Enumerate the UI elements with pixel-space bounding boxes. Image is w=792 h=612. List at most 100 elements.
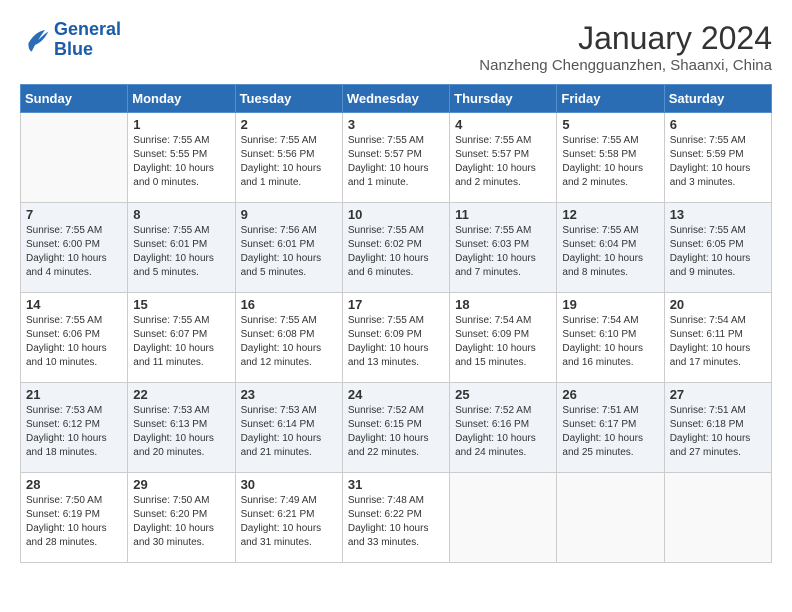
day-number: 8 (133, 207, 229, 222)
day-number: 27 (670, 387, 766, 402)
calendar-week-row: 14 Sunrise: 7:55 AM Sunset: 6:06 PM Dayli… (21, 293, 772, 383)
day-info: Sunrise: 7:55 AM Sunset: 6:07 PM Dayligh… (133, 314, 229, 370)
day-number: 2 (241, 117, 337, 132)
day-number: 4 (455, 117, 551, 132)
calendar-cell (664, 473, 771, 563)
day-info: Sunrise: 7:54 AM Sunset: 6:09 PM Dayligh… (455, 314, 551, 370)
calendar-cell: 25 Sunrise: 7:52 AM Sunset: 6:16 PM Dayli… (450, 383, 557, 473)
day-number: 7 (26, 207, 122, 222)
day-info: Sunrise: 7:53 AM Sunset: 6:12 PM Dayligh… (26, 404, 122, 460)
calendar-subtitle: Nanzheng Chengguanzhen, Shaanxi, China (479, 57, 772, 74)
day-info: Sunrise: 7:55 AM Sunset: 6:01 PM Dayligh… (133, 224, 229, 280)
day-number: 28 (26, 477, 122, 492)
day-info: Sunrise: 7:55 AM Sunset: 5:59 PM Dayligh… (670, 134, 766, 190)
day-number: 21 (26, 387, 122, 402)
day-info: Sunrise: 7:55 AM Sunset: 6:00 PM Dayligh… (26, 224, 122, 280)
day-number: 30 (241, 477, 337, 492)
calendar-week-row: 28Sunrise: 7:50 AM Sunset: 6:19 PM Dayli… (21, 473, 772, 563)
logo-text: GeneralBlue (54, 20, 121, 60)
calendar-cell: 22 Sunrise: 7:53 AM Sunset: 6:13 PM Dayli… (128, 383, 235, 473)
day-info: Sunrise: 7:54 AM Sunset: 6:10 PM Dayligh… (562, 314, 658, 370)
weekday-header-saturday: Saturday (664, 85, 771, 113)
day-info: Sunrise: 7:50 AM Sunset: 6:20 PM Dayligh… (133, 494, 229, 550)
day-number: 17 (348, 297, 444, 312)
day-number: 14 (26, 297, 122, 312)
calendar-cell: 17Sunrise: 7:55 AM Sunset: 6:09 PM Dayli… (342, 293, 449, 383)
day-info: Sunrise: 7:55 AM Sunset: 5:58 PM Dayligh… (562, 134, 658, 190)
day-info: Sunrise: 7:52 AM Sunset: 6:16 PM Dayligh… (455, 404, 551, 460)
calendar-cell: 20Sunrise: 7:54 AM Sunset: 6:11 PM Dayli… (664, 293, 771, 383)
calendar-cell: 15 Sunrise: 7:55 AM Sunset: 6:07 PM Dayli… (128, 293, 235, 383)
calendar-week-row: 7 Sunrise: 7:55 AM Sunset: 6:00 PM Daylig… (21, 203, 772, 293)
day-number: 23 (241, 387, 337, 402)
day-number: 31 (348, 477, 444, 492)
calendar-cell: 2 Sunrise: 7:55 AM Sunset: 5:56 PM Daylig… (235, 113, 342, 203)
calendar-cell: 31Sunrise: 7:48 AM Sunset: 6:22 PM Dayli… (342, 473, 449, 563)
calendar-week-row: 1 Sunrise: 7:55 AM Sunset: 5:55 PM Daylig… (21, 113, 772, 203)
calendar-cell: 21 Sunrise: 7:53 AM Sunset: 6:12 PM Dayli… (21, 383, 128, 473)
day-info: Sunrise: 7:55 AM Sunset: 6:08 PM Dayligh… (241, 314, 337, 370)
day-info: Sunrise: 7:54 AM Sunset: 6:11 PM Dayligh… (670, 314, 766, 370)
day-number: 10 (348, 207, 444, 222)
calendar-cell: 3 Sunrise: 7:55 AM Sunset: 5:57 PM Daylig… (342, 113, 449, 203)
day-number: 1 (133, 117, 229, 132)
calendar-cell: 14 Sunrise: 7:55 AM Sunset: 6:06 PM Dayli… (21, 293, 128, 383)
calendar-cell: 9Sunrise: 7:56 AM Sunset: 6:01 PM Daylig… (235, 203, 342, 293)
day-info: Sunrise: 7:55 AM Sunset: 6:05 PM Dayligh… (670, 224, 766, 280)
calendar-cell: 23 Sunrise: 7:53 AM Sunset: 6:14 PM Dayli… (235, 383, 342, 473)
calendar-title: January 2024 (479, 20, 772, 57)
calendar-cell: 26Sunrise: 7:51 AM Sunset: 6:17 PM Dayli… (557, 383, 664, 473)
calendar-cell: 4Sunrise: 7:55 AM Sunset: 5:57 PM Daylig… (450, 113, 557, 203)
weekday-header-wednesday: Wednesday (342, 85, 449, 113)
day-number: 19 (562, 297, 658, 312)
calendar-cell: 29 Sunrise: 7:50 AM Sunset: 6:20 PM Dayli… (128, 473, 235, 563)
day-info: Sunrise: 7:56 AM Sunset: 6:01 PM Dayligh… (241, 224, 337, 280)
calendar-cell: 13 Sunrise: 7:55 AM Sunset: 6:05 PM Dayli… (664, 203, 771, 293)
calendar-cell: 10Sunrise: 7:55 AM Sunset: 6:02 PM Dayli… (342, 203, 449, 293)
day-number: 6 (670, 117, 766, 132)
calendar-cell: 5 Sunrise: 7:55 AM Sunset: 5:58 PM Daylig… (557, 113, 664, 203)
calendar-cell: 1 Sunrise: 7:55 AM Sunset: 5:55 PM Daylig… (128, 113, 235, 203)
calendar-cell (557, 473, 664, 563)
day-info: Sunrise: 7:55 AM Sunset: 5:57 PM Dayligh… (348, 134, 444, 190)
weekday-header-row: SundayMondayTuesdayWednesdayThursdayFrid… (21, 85, 772, 113)
calendar-cell: 27Sunrise: 7:51 AM Sunset: 6:18 PM Dayli… (664, 383, 771, 473)
day-number: 12 (562, 207, 658, 222)
day-number: 5 (562, 117, 658, 132)
calendar-cell: 6 Sunrise: 7:55 AM Sunset: 5:59 PM Daylig… (664, 113, 771, 203)
day-info: Sunrise: 7:55 AM Sunset: 6:06 PM Dayligh… (26, 314, 122, 370)
day-info: Sunrise: 7:52 AM Sunset: 6:15 PM Dayligh… (348, 404, 444, 460)
day-number: 15 (133, 297, 229, 312)
day-number: 18 (455, 297, 551, 312)
day-number: 22 (133, 387, 229, 402)
day-number: 24 (348, 387, 444, 402)
calendar-cell: 16 Sunrise: 7:55 AM Sunset: 6:08 PM Dayli… (235, 293, 342, 383)
day-number: 25 (455, 387, 551, 402)
calendar-cell (450, 473, 557, 563)
calendar-cell: 24 Sunrise: 7:52 AM Sunset: 6:15 PM Dayli… (342, 383, 449, 473)
day-info: Sunrise: 7:55 AM Sunset: 5:55 PM Dayligh… (133, 134, 229, 190)
title-block: January 2024 Nanzheng Chengguanzhen, Sha… (479, 20, 772, 74)
calendar-cell: 28Sunrise: 7:50 AM Sunset: 6:19 PM Dayli… (21, 473, 128, 563)
calendar-week-row: 21 Sunrise: 7:53 AM Sunset: 6:12 PM Dayli… (21, 383, 772, 473)
day-number: 11 (455, 207, 551, 222)
calendar-cell: 12 Sunrise: 7:55 AM Sunset: 6:04 PM Dayli… (557, 203, 664, 293)
day-number: 16 (241, 297, 337, 312)
day-info: Sunrise: 7:55 AM Sunset: 6:04 PM Dayligh… (562, 224, 658, 280)
weekday-header-tuesday: Tuesday (235, 85, 342, 113)
day-info: Sunrise: 7:55 AM Sunset: 5:56 PM Dayligh… (241, 134, 337, 190)
calendar-cell (21, 113, 128, 203)
day-number: 3 (348, 117, 444, 132)
weekday-header-sunday: Sunday (21, 85, 128, 113)
day-info: Sunrise: 7:49 AM Sunset: 6:21 PM Dayligh… (241, 494, 337, 550)
calendar-cell: 8 Sunrise: 7:55 AM Sunset: 6:01 PM Daylig… (128, 203, 235, 293)
day-info: Sunrise: 7:53 AM Sunset: 6:14 PM Dayligh… (241, 404, 337, 460)
day-info: Sunrise: 7:51 AM Sunset: 6:17 PM Dayligh… (562, 404, 658, 460)
weekday-header-thursday: Thursday (450, 85, 557, 113)
page-header: GeneralBlue January 2024 Nanzheng Chengg… (20, 20, 772, 74)
day-info: Sunrise: 7:55 AM Sunset: 6:03 PM Dayligh… (455, 224, 551, 280)
weekday-header-friday: Friday (557, 85, 664, 113)
day-info: Sunrise: 7:53 AM Sunset: 6:13 PM Dayligh… (133, 404, 229, 460)
day-number: 29 (133, 477, 229, 492)
day-number: 13 (670, 207, 766, 222)
